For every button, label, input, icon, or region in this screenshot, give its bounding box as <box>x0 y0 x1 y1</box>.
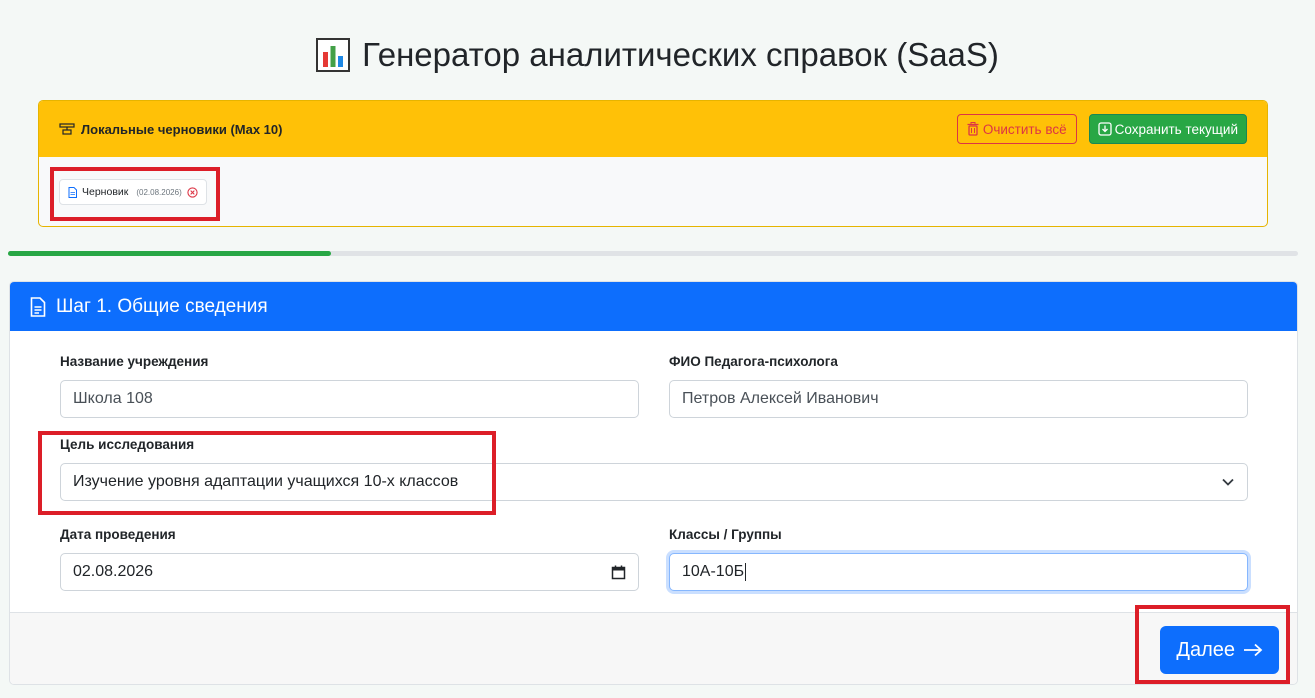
draft-item-date: (02.08.2026) <box>136 187 182 197</box>
x-circle-icon[interactable] <box>187 186 198 198</box>
goal-value: Изучение уровня адаптации учащихся 10-х … <box>73 473 459 490</box>
institution-input[interactable]: Школа 108 <box>60 380 639 418</box>
institution-value: Школа 108 <box>73 390 153 407</box>
goal-select[interactable]: Изучение уровня адаптации учащихся 10-х … <box>60 463 1248 501</box>
drafts-header: Локальные черновики (Max 10) Очистить вс… <box>39 101 1267 157</box>
date-label: Дата проведения <box>60 527 176 542</box>
progress-fill <box>8 251 331 256</box>
classes-input[interactable]: 10А-10Б <box>669 553 1248 591</box>
date-value: 02.08.2026 <box>73 563 154 580</box>
calendar-icon[interactable] <box>611 565 626 580</box>
psychologist-input[interactable]: Петров Алексей Иванович <box>669 380 1248 418</box>
draft-item[interactable]: Черновик (02.08.2026) <box>59 179 207 205</box>
classes-value: 10А-10Б <box>682 563 745 581</box>
psychologist-value: Петров Алексей Иванович <box>682 390 879 407</box>
save-current-button[interactable]: Сохранить текущий <box>1088 114 1247 144</box>
step-header: Шаг 1. Общие сведения <box>10 282 1297 331</box>
institution-label: Название учреждения <box>60 354 209 369</box>
step-footer: Далее <box>10 612 1297 684</box>
clear-all-button[interactable]: Очистить всё <box>956 114 1077 144</box>
drafts-icon <box>59 123 75 135</box>
step-form: Название учреждения Школа 108 ФИО Педаго… <box>10 331 1297 612</box>
bar-chart-icon <box>316 38 351 72</box>
page-title: Генератор аналитических справок (SaaS) <box>0 36 1315 74</box>
draft-item-label: Черновик <box>82 186 129 198</box>
drafts-list: Черновик (02.08.2026) <box>39 157 1267 226</box>
next-button[interactable]: Далее <box>1160 626 1279 674</box>
clear-all-label: Очистить всё <box>982 121 1067 137</box>
page-title-text: Генератор аналитических справок (SaaS) <box>362 36 999 73</box>
document-icon <box>30 296 46 317</box>
save-current-label: Сохранить текущий <box>1114 121 1238 137</box>
text-caret <box>745 562 747 581</box>
trash-icon <box>967 122 979 136</box>
progress-bar <box>8 251 1298 256</box>
chevron-down-icon <box>1222 478 1234 486</box>
next-label: Далее <box>1176 638 1235 661</box>
step-card: Шаг 1. Общие сведения Название учреждени… <box>9 281 1298 685</box>
drafts-title: Локальные черновики (Max 10) <box>81 121 283 137</box>
psychologist-label: ФИО Педагога-психолога <box>669 354 838 369</box>
arrow-right-icon <box>1244 643 1263 657</box>
file-icon <box>68 186 77 198</box>
goal-label: Цель исследования <box>60 437 195 452</box>
drafts-panel: Локальные черновики (Max 10) Очистить вс… <box>38 100 1268 227</box>
download-icon <box>1097 122 1112 136</box>
classes-label: Классы / Группы <box>669 527 782 542</box>
step-title: Шаг 1. Общие сведения <box>56 295 268 317</box>
date-input[interactable]: 02.08.2026 <box>60 553 639 591</box>
